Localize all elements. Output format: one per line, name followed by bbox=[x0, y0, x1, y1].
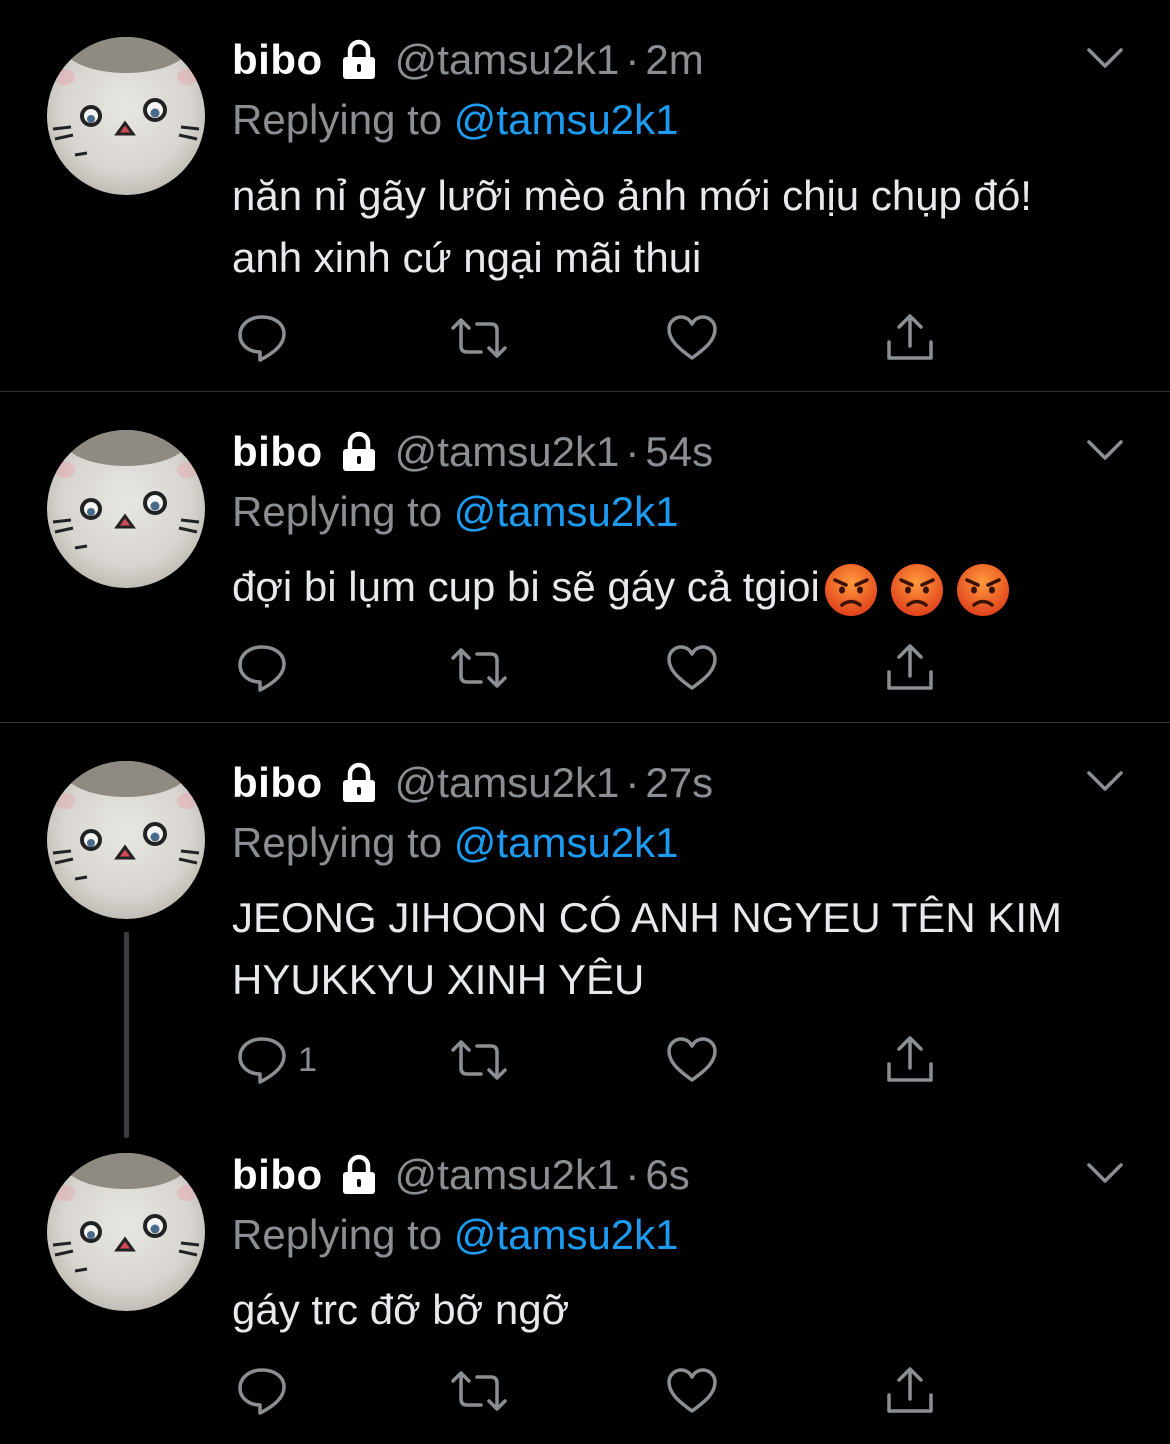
tweet[interactable]: bibo @tamsu2k1 · 27s Replying to @tamsu2… bbox=[0, 723, 1170, 1117]
tweet[interactable]: bibo @tamsu2k1 · 54s Replying to @tamsu2… bbox=[0, 392, 1170, 723]
timestamp[interactable]: 2m bbox=[645, 36, 703, 84]
emoji-row bbox=[824, 563, 1010, 617]
tweet-header: bibo @tamsu2k1 · 2m bbox=[232, 35, 704, 85]
tweet-text: năn nỉ gãy lưỡi mèo ảnh mới chịu chụp đó… bbox=[232, 172, 1032, 281]
tweet-actions bbox=[236, 1365, 936, 1417]
share-button[interactable] bbox=[884, 1034, 936, 1086]
reply-icon bbox=[238, 315, 286, 362]
tweet-text: gáy trc đỡ bỡ ngỡ bbox=[232, 1286, 570, 1333]
separator-dot: · bbox=[625, 759, 640, 806]
heart-icon bbox=[667, 315, 717, 360]
cat-avatar-icon bbox=[52, 1153, 200, 1273]
tweet[interactable]: bibo @tamsu2k1 · 2m Replying to @tamsu2k… bbox=[0, 0, 1170, 392]
display-name[interactable]: bibo bbox=[232, 36, 323, 84]
reply-icon bbox=[238, 1037, 286, 1084]
lock-icon bbox=[337, 38, 381, 82]
retweet-button[interactable] bbox=[449, 312, 509, 364]
tweet-actions: 1 bbox=[236, 1034, 936, 1086]
like-button[interactable] bbox=[666, 312, 718, 364]
tweet[interactable]: bibo @tamsu2k1 · 6s Replying to @tamsu2k… bbox=[0, 1117, 1170, 1444]
timestamp[interactable]: 54s bbox=[645, 428, 713, 476]
cat-avatar-icon bbox=[52, 37, 200, 157]
timeline: bibo @tamsu2k1 · 2m Replying to @tamsu2k… bbox=[0, 0, 1170, 1444]
tweet-actions bbox=[236, 642, 936, 694]
replying-to: Replying to @tamsu2k1 bbox=[232, 819, 679, 867]
tweet-text: đợi bi lụm cup bi sẽ gáy cả tgioi bbox=[232, 563, 820, 610]
display-name[interactable]: bibo bbox=[232, 759, 323, 807]
separator-dot: · bbox=[625, 428, 640, 475]
replying-prefix: Replying to bbox=[232, 819, 443, 866]
share-icon bbox=[887, 1036, 933, 1082]
timestamp[interactable]: 27s bbox=[645, 759, 713, 807]
angry-face-icon bbox=[824, 563, 877, 616]
avatar[interactable] bbox=[47, 761, 205, 919]
reply-count: 1 bbox=[298, 1040, 317, 1079]
lock-icon bbox=[337, 1153, 381, 1197]
avatar[interactable] bbox=[47, 430, 205, 588]
share-button[interactable] bbox=[884, 312, 936, 364]
retweet-icon bbox=[451, 318, 507, 358]
replying-to: Replying to @tamsu2k1 bbox=[232, 488, 679, 536]
share-icon bbox=[887, 314, 933, 360]
tweet-text: JEONG JIHOON CÓ ANH NGYEU TÊN KIM HYUKKY… bbox=[232, 894, 1062, 1003]
display-name[interactable]: bibo bbox=[232, 428, 323, 476]
avatar[interactable] bbox=[47, 37, 205, 195]
lock-icon bbox=[337, 430, 381, 474]
like-button[interactable] bbox=[666, 642, 718, 694]
angry-face-icon bbox=[956, 563, 1009, 616]
reply-button[interactable] bbox=[236, 642, 298, 694]
heart-icon bbox=[667, 1037, 717, 1082]
cat-avatar-icon bbox=[52, 761, 200, 881]
angry-face-icon bbox=[890, 563, 943, 616]
chevron-down-icon[interactable] bbox=[1086, 438, 1124, 462]
reply-button[interactable] bbox=[236, 312, 298, 364]
display-name[interactable]: bibo bbox=[232, 1151, 323, 1199]
replying-prefix: Replying to bbox=[232, 96, 443, 143]
separator-dot: · bbox=[625, 36, 640, 83]
handle[interactable]: @tamsu2k1 bbox=[395, 428, 620, 476]
handle[interactable]: @tamsu2k1 bbox=[395, 36, 620, 84]
lock-icon bbox=[337, 761, 381, 805]
reply-button[interactable] bbox=[236, 1365, 298, 1417]
retweet-button[interactable] bbox=[449, 642, 509, 694]
share-button[interactable] bbox=[884, 1365, 936, 1417]
replying-to-link[interactable]: @tamsu2k1 bbox=[454, 488, 679, 535]
share-button[interactable] bbox=[884, 642, 936, 694]
reply-icon bbox=[238, 1368, 286, 1415]
tweet-header: bibo @tamsu2k1 · 54s bbox=[232, 427, 713, 477]
like-button[interactable] bbox=[666, 1365, 718, 1417]
retweet-icon bbox=[451, 1371, 507, 1411]
share-icon bbox=[887, 644, 933, 690]
retweet-button[interactable] bbox=[449, 1365, 509, 1417]
reply-icon bbox=[238, 645, 286, 692]
tweet-header: bibo @tamsu2k1 · 27s bbox=[232, 758, 713, 808]
like-button[interactable] bbox=[666, 1034, 718, 1086]
replying-to: Replying to @tamsu2k1 bbox=[232, 96, 679, 144]
separator-dot: · bbox=[625, 1151, 640, 1198]
replying-prefix: Replying to bbox=[232, 488, 443, 535]
avatar[interactable] bbox=[47, 1153, 205, 1311]
replying-to-link[interactable]: @tamsu2k1 bbox=[454, 819, 679, 866]
replying-to-link[interactable]: @tamsu2k1 bbox=[454, 96, 679, 143]
reply-button[interactable]: 1 bbox=[236, 1034, 317, 1086]
retweet-button[interactable] bbox=[449, 1034, 509, 1086]
handle[interactable]: @tamsu2k1 bbox=[395, 759, 620, 807]
cat-avatar-icon bbox=[52, 430, 200, 550]
replying-to: Replying to @tamsu2k1 bbox=[232, 1211, 679, 1259]
heart-icon bbox=[667, 645, 717, 690]
tweet-text-container: đợi bi lụm cup bi sẽ gáy cả tgioi bbox=[232, 556, 1112, 618]
timestamp[interactable]: 6s bbox=[645, 1151, 689, 1199]
chevron-down-icon[interactable] bbox=[1086, 1161, 1124, 1185]
tweet-header: bibo @tamsu2k1 · 6s bbox=[232, 1150, 690, 1200]
replying-to-link[interactable]: @tamsu2k1 bbox=[454, 1211, 679, 1258]
replying-prefix: Replying to bbox=[232, 1211, 443, 1258]
heart-icon bbox=[667, 1368, 717, 1413]
retweet-icon bbox=[451, 648, 507, 688]
chevron-down-icon[interactable] bbox=[1086, 46, 1124, 70]
tweet-actions bbox=[236, 312, 936, 364]
handle[interactable]: @tamsu2k1 bbox=[395, 1151, 620, 1199]
chevron-down-icon[interactable] bbox=[1086, 769, 1124, 793]
retweet-icon bbox=[451, 1040, 507, 1080]
share-icon bbox=[887, 1367, 933, 1413]
